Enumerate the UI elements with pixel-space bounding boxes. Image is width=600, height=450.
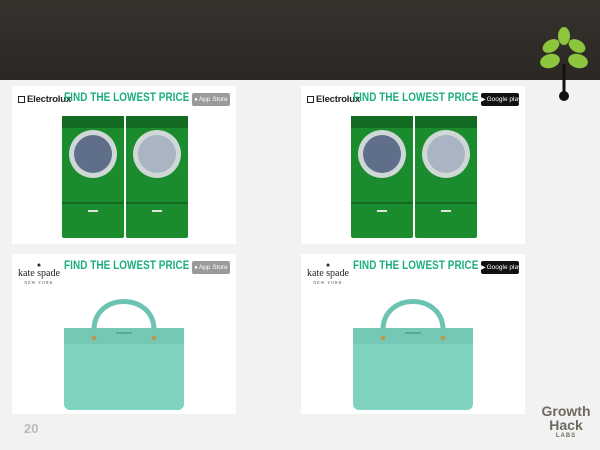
ad-katespade-appstore[interactable]: ♠ kate spade NEW YORK FIND THE LOWEST PR… xyxy=(12,254,236,414)
top-banner xyxy=(0,0,600,80)
ad-katespade-googleplay[interactable]: ♠ kate spade NEW YORK FIND THE LOWEST PR… xyxy=(301,254,525,414)
growth-leaf-icon xyxy=(540,27,588,101)
headline: FIND THE LOWEST PRICE xyxy=(64,260,190,272)
google-play-badge[interactable]: ▶Google play xyxy=(481,93,521,106)
electrolux-logo: Electrolux xyxy=(307,94,360,105)
headline: FIND THE LOWEST PRICE xyxy=(353,92,479,104)
washer-dryer-image xyxy=(351,116,477,238)
play-icon: ▶ xyxy=(481,97,486,103)
headline: FIND THE LOWEST PRICE xyxy=(353,260,479,272)
app-store-badge[interactable]: ●App Store xyxy=(192,93,230,106)
washer-dryer-image xyxy=(62,116,188,238)
page-number: 20 xyxy=(24,421,39,436)
apple-icon: ● xyxy=(194,265,198,271)
apple-icon: ● xyxy=(194,97,198,103)
headline: FIND THE LOWEST PRICE xyxy=(64,92,190,104)
ad-electrolux-googleplay[interactable]: Electrolux FIND THE LOWEST PRICE ▶Google… xyxy=(301,86,525,244)
handbag-image xyxy=(353,299,473,410)
app-store-badge[interactable]: ●App Store xyxy=(192,261,230,274)
electrolux-logo: Electrolux xyxy=(18,94,71,105)
google-play-badge[interactable]: ▶Google play xyxy=(481,261,521,274)
play-icon: ▶ xyxy=(481,265,486,271)
growth-hack-labs-logo: Growth Hack LABS xyxy=(541,403,591,439)
ad-electrolux-appstore[interactable]: Electrolux FIND THE LOWEST PRICE ●App St… xyxy=(12,86,236,244)
handbag-image xyxy=(64,299,184,410)
